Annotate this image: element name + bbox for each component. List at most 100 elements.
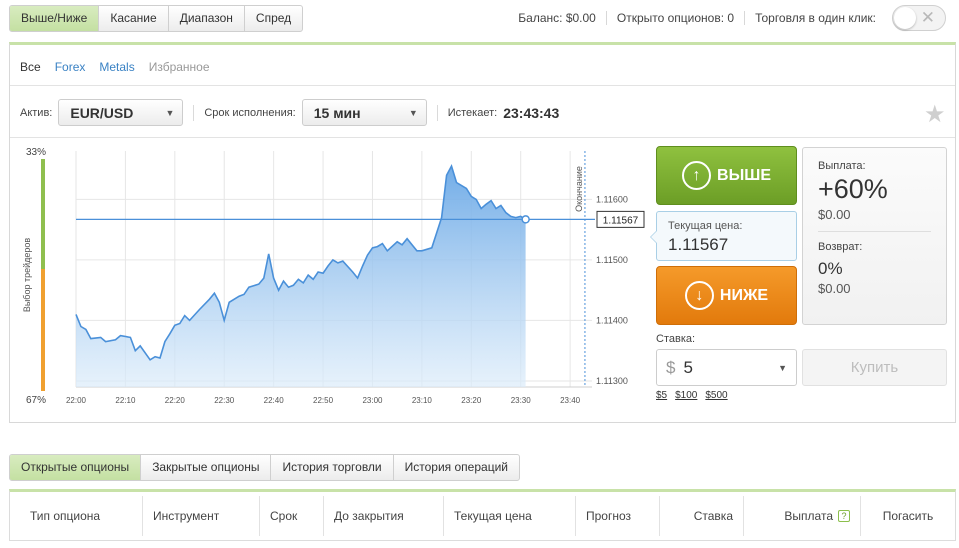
column-time-to-close[interactable]: До закрытия	[324, 496, 444, 536]
category-tab-metals[interactable]: Metals	[99, 60, 134, 74]
help-icon[interactable]: ?	[838, 510, 850, 522]
column-instrument[interactable]: Инструмент	[143, 496, 260, 536]
divider	[10, 137, 955, 138]
tab-touch[interactable]: Касание	[99, 6, 169, 31]
expires-label: Истекает:	[447, 106, 498, 119]
column-close-option[interactable]: Погасить	[861, 496, 955, 536]
asset-row: Актив: EUR/USD ▼ Срок исполнения: 15 мин…	[20, 99, 559, 126]
x-tick-label: 22:00	[66, 396, 87, 405]
chevron-down-icon: ▼	[165, 107, 175, 118]
chevron-down-icon: ▼	[778, 362, 787, 373]
x-tick-label: 23:00	[362, 396, 383, 405]
quick-stake-100[interactable]: $100	[675, 390, 697, 401]
tab-higher-lower[interactable]: Выше/Ниже	[10, 6, 100, 31]
x-tick-label: 22:20	[165, 396, 186, 405]
column-option-type[interactable]: Тип опциона	[10, 496, 143, 536]
expiry-value: 15 мин	[313, 104, 361, 121]
y-tick-label: 1.11300	[596, 376, 628, 386]
arrow-up-circle-icon: ↑	[682, 161, 712, 190]
tab-open-options[interactable]: Открытые опционы	[10, 455, 142, 480]
divider	[10, 85, 955, 86]
sentiment-bar-top	[41, 159, 45, 269]
stake-value: 5	[683, 357, 693, 377]
refund-amount: $0.00	[818, 281, 851, 296]
open-options: Открыто опционов: 0	[605, 11, 744, 25]
buy-button[interactable]: Купить	[802, 349, 947, 386]
one-click-toggle[interactable]: ✕	[892, 5, 946, 31]
asset-label: Актив:	[20, 106, 53, 119]
payout-percent: +60%	[818, 174, 888, 204]
asset-select[interactable]: EUR/USD ▼	[58, 99, 184, 126]
lower-button-label: НИЖЕ	[719, 286, 769, 304]
lower-button[interactable]: ↓ НИЖЕ	[656, 266, 797, 325]
y-tick-label: 1.11400	[596, 315, 628, 325]
chevron-down-icon: ▼	[408, 107, 418, 118]
sentiment-label: Выбор трейдеров	[22, 238, 32, 313]
toggle-knob	[894, 7, 916, 29]
one-click-label: Торговля в один клик:	[755, 11, 876, 25]
divider	[818, 231, 931, 232]
y-tick-label: 1.11600	[596, 194, 628, 204]
current-price-tag-label: 1.11567	[603, 215, 639, 226]
x-tick-label: 23:30	[511, 396, 532, 405]
divider	[436, 104, 438, 121]
column-payout[interactable]: Выплата ?	[744, 496, 861, 536]
column-term[interactable]: Срок	[260, 496, 324, 536]
column-stake[interactable]: Ставка	[660, 496, 744, 536]
y-tick-label: 1.11500	[596, 255, 628, 265]
stake-select[interactable]: $ 5 ▼	[656, 349, 797, 386]
mode-tabs: Выше/Ниже Касание Диапазон Спред	[9, 5, 304, 32]
options-table-header: Тип опциона Инструмент Срок До закрытия …	[9, 489, 956, 541]
expiry-select[interactable]: 15 мин ▼	[301, 99, 427, 126]
arrow-down-circle-icon: ↓	[684, 281, 714, 310]
open-options-label: Открыто опционов:	[616, 11, 725, 25]
current-price-value: 1.11567	[668, 235, 729, 254]
stake-currency: $	[666, 357, 676, 377]
column-forecast[interactable]: Прогноз	[576, 496, 660, 536]
tab-spread[interactable]: Спред	[245, 6, 302, 31]
tab-trade-history[interactable]: История торговли	[271, 455, 394, 480]
sentiment-top-percent: 33%	[26, 147, 46, 158]
current-price-label: Текущая цена:	[668, 220, 743, 232]
x-tick-label: 22:50	[313, 396, 334, 405]
sentiment-bar-bottom	[41, 269, 45, 391]
refund-label: Возврат:	[818, 241, 863, 253]
category-tab-forex[interactable]: Forex	[55, 60, 86, 74]
account-info: Баланс: $0.00 Открыто опционов: 0 Торгов…	[508, 11, 886, 25]
expiry-label: Срок исполнения:	[204, 106, 296, 119]
tab-closed-options[interactable]: Закрытые опционы	[141, 455, 272, 480]
quick-stakes: $5 $100 $500	[656, 390, 736, 401]
quick-stake-5[interactable]: $5	[656, 390, 667, 401]
category-tab-all[interactable]: Все	[20, 60, 41, 74]
sentiment-bottom-percent: 67%	[26, 395, 46, 406]
asset-value: EUR/USD	[70, 104, 134, 121]
x-tick-label: 22:10	[115, 396, 136, 405]
quick-stake-500[interactable]: $500	[705, 390, 727, 401]
expiry-line-label: Окончание	[574, 166, 584, 212]
balance-label: Баланс:	[518, 11, 563, 25]
category-tabs: Все Forex Metals Избранное	[20, 60, 224, 74]
tab-operation-history[interactable]: История операций	[394, 455, 519, 480]
trading-panel: Все Forex Metals Избранное Актив: EUR/US…	[9, 42, 956, 423]
x-tick-label: 23:20	[461, 396, 482, 405]
options-tabs: Открытые опционы Закрытые опционы Истори…	[9, 454, 520, 481]
category-tab-favorites[interactable]: Избранное	[149, 60, 210, 74]
divider	[193, 104, 195, 121]
higher-button-label: ВЫШЕ	[717, 166, 771, 184]
star-icon[interactable]: ★	[924, 100, 946, 129]
higher-button[interactable]: ↑ ВЫШЕ	[656, 146, 797, 205]
price-chart: 33% 67% Выбор трейдеров 22:00 22:10 22:20 22:3…	[22, 147, 645, 406]
one-click-trading: Торговля в один клик:	[744, 11, 886, 25]
payout-amount: $0.00	[818, 207, 851, 222]
close-x-icon: ✕	[920, 8, 935, 27]
current-price-dot	[521, 215, 530, 224]
balance-value: $0.00	[565, 11, 596, 25]
refund-percent: 0%	[818, 259, 843, 278]
payout-box: Выплата: +60% $0.00 Возврат: 0% $0.00	[802, 147, 947, 325]
tab-range[interactable]: Диапазон	[169, 6, 245, 31]
x-tick-label: 22:40	[264, 396, 285, 405]
stake-label: Ставка:	[656, 333, 696, 345]
balance: Баланс: $0.00	[508, 11, 606, 25]
open-options-value: 0	[727, 11, 735, 25]
column-current-price[interactable]: Текущая цена	[444, 496, 576, 536]
